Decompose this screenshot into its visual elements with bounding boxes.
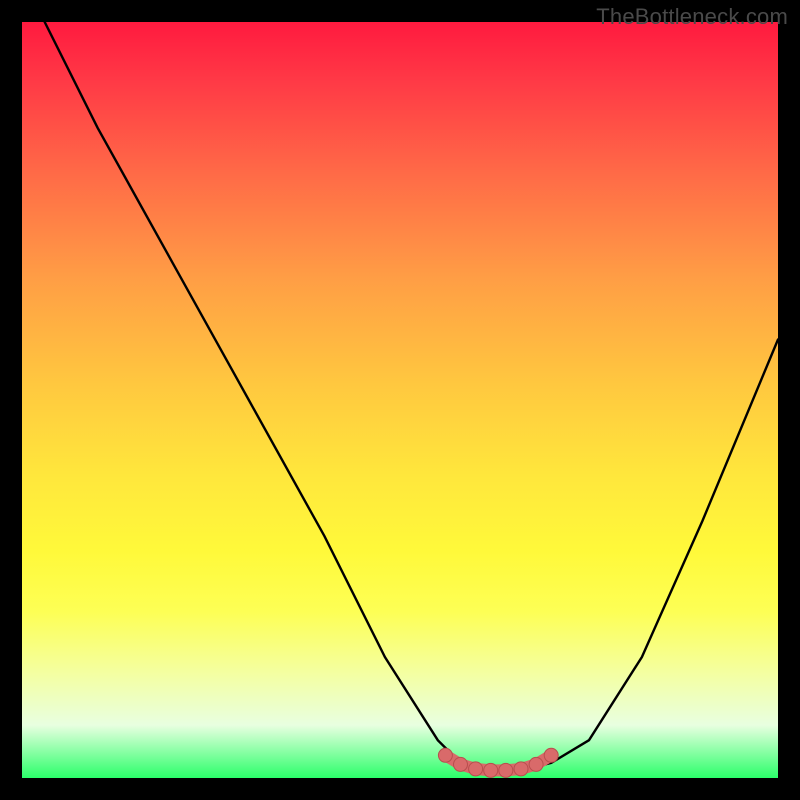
- optimal-marker: [499, 763, 513, 777]
- chart-area: [22, 22, 778, 778]
- optimal-marker: [454, 757, 468, 771]
- bottleneck-curve: [45, 22, 778, 770]
- bottleneck-curve-svg: [22, 22, 778, 778]
- optimal-range-markers: [438, 748, 558, 777]
- optimal-marker: [529, 757, 543, 771]
- optimal-marker: [469, 762, 483, 776]
- optimal-marker: [514, 762, 528, 776]
- optimal-marker: [484, 763, 498, 777]
- optimal-marker: [544, 748, 558, 762]
- watermark-text: TheBottleneck.com: [596, 4, 788, 30]
- optimal-marker: [438, 748, 452, 762]
